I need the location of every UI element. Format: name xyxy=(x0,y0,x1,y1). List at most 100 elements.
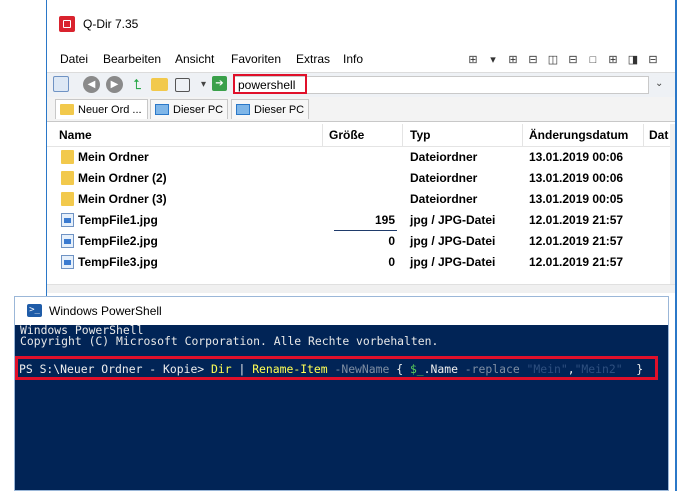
cmd-operator-replace: -replace xyxy=(457,362,520,376)
file-type: jpg / JPG-Datei xyxy=(410,213,496,227)
file-row[interactable]: Mein Ordner (3) Dateiordner 13.01.2019 0… xyxy=(47,189,676,210)
address-highlight-box xyxy=(233,74,307,94)
column-type[interactable]: Typ xyxy=(410,128,430,142)
file-type: Dateiordner xyxy=(410,192,478,206)
cmd-comma: , xyxy=(567,362,575,376)
layout-vertical-icon[interactable]: ◫ xyxy=(544,53,562,67)
menu-info[interactable]: Info xyxy=(343,52,363,66)
layout-columns-icon[interactable]: ⊟ xyxy=(644,53,662,67)
file-date: 13.01.2019 00:05 xyxy=(529,192,624,206)
image-file-icon xyxy=(61,255,74,269)
cmd-rename-item: Rename-Item xyxy=(252,362,328,376)
tab-dieser-pc-2[interactable]: Dieser PC xyxy=(231,99,309,119)
menu-bearbeiten[interactable]: Bearbeiten xyxy=(103,52,161,66)
console-prompt: PS S:\Neuer Ordner - Kopie> xyxy=(19,362,212,376)
cmd-brace-open: { xyxy=(389,362,410,376)
powershell-titlebar[interactable]: >_ Windows PowerShell xyxy=(15,297,668,325)
forward-arrow-icon[interactable]: ▶ xyxy=(106,76,123,93)
tab-label: Dieser PC xyxy=(173,104,224,116)
column-divider[interactable] xyxy=(643,124,644,146)
tab-dieser-pc-1[interactable]: Dieser PC xyxy=(150,99,228,119)
column-divider[interactable] xyxy=(402,124,403,146)
image-file-icon xyxy=(61,234,74,248)
up-arrow-icon[interactable]: ⮤ xyxy=(129,76,146,93)
address-dropdown-icon[interactable]: ⌄ xyxy=(655,78,663,89)
layout-split-icon[interactable]: ◨ xyxy=(624,53,642,67)
layout-single-icon[interactable]: □ xyxy=(584,53,602,67)
column-date-extra[interactable]: Dat xyxy=(649,128,668,142)
computer-icon xyxy=(236,104,250,115)
file-row[interactable]: Mein Ordner Dateiordner 13.01.2019 00:06 xyxy=(47,147,676,168)
file-row[interactable]: TempFile3.jpg 0 jpg / JPG-Datei 12.01.20… xyxy=(47,252,676,273)
file-name: TempFile2.jpg xyxy=(78,234,158,248)
cmd-dir: Dir xyxy=(211,362,232,376)
console-copyright-line: Copyright (C) Microsoft Corporation. All… xyxy=(20,334,439,348)
layout-horizontal-icon[interactable]: ⊟ xyxy=(564,53,582,67)
file-row[interactable]: TempFile1.jpg 195 jpg / JPG-Datei 12.01.… xyxy=(47,210,676,231)
view-dropdown-icon[interactable]: ▾ xyxy=(195,76,212,93)
tab-bar: Neuer Ord ... Dieser PC Dieser PC xyxy=(47,97,676,122)
file-name: Mein Ordner (2) xyxy=(78,171,167,185)
file-name: TempFile3.jpg xyxy=(78,255,158,269)
file-type: jpg / JPG-Datei xyxy=(410,234,496,248)
file-name: Mein Ordner (3) xyxy=(78,192,167,206)
folder-open-icon[interactable] xyxy=(151,78,168,91)
qdir-titlebar[interactable]: Q-Dir 7.35 xyxy=(47,12,676,38)
menu-bar: Datei Bearbeiten Ansicht Favoriten Extra… xyxy=(47,50,676,70)
folder-icon xyxy=(61,171,74,185)
file-date: 13.01.2019 00:06 xyxy=(529,171,624,185)
file-row[interactable]: TempFile2.jpg 0 jpg / JPG-Datei 12.01.20… xyxy=(47,231,676,252)
command-line[interactable]: PS S:\Neuer Ordner - Kopie> Dir | Rename… xyxy=(19,362,643,376)
file-date: 12.01.2019 21:57 xyxy=(529,234,624,248)
column-date[interactable]: Änderungsdatum xyxy=(529,128,628,142)
qdir-app-icon xyxy=(59,16,75,32)
view-menu-icon[interactable] xyxy=(175,78,190,92)
column-divider[interactable] xyxy=(522,124,523,146)
cmd-property: .Name xyxy=(423,362,458,376)
powershell-icon: >_ xyxy=(27,304,42,317)
layout-buttons: ⊞ ▾ ⊞ ⊟ ◫ ⊟ □ ⊞ ◨ ⊟ xyxy=(464,53,662,67)
cmd-variable: $_ xyxy=(409,362,424,376)
file-type: jpg / JPG-Datei xyxy=(410,255,496,269)
tab-neuer-ordner[interactable]: Neuer Ord ... xyxy=(55,99,148,119)
file-row[interactable]: Mein Ordner (2) Dateiordner 13.01.2019 0… xyxy=(47,168,676,189)
file-size: 195 xyxy=(374,213,395,227)
folder-icon xyxy=(61,192,74,206)
menu-datei[interactable]: Datei xyxy=(60,52,88,66)
column-size[interactable]: Größe xyxy=(329,128,364,142)
file-date: 13.01.2019 00:06 xyxy=(529,150,624,164)
menu-extras[interactable]: Extras xyxy=(296,52,330,66)
file-size: 0 xyxy=(388,234,395,248)
address-toolbar: ◀ ▶ ⮤ ▾ ➔ powershell ⌄ xyxy=(47,72,676,98)
cmd-pipe: | xyxy=(231,362,253,376)
tab-label: Dieser PC xyxy=(254,104,305,116)
view-toggle-icon[interactable] xyxy=(53,76,69,92)
horizontal-scrollbar[interactable] xyxy=(47,284,676,293)
computer-icon xyxy=(155,104,169,115)
qdir-window: Q-Dir 7.35 Datei Bearbeiten Ansicht Favo… xyxy=(46,0,677,300)
layout-dropdown-icon[interactable]: ▾ xyxy=(484,53,502,67)
layout-3-icon[interactable]: ⊟ xyxy=(524,53,542,67)
tab-label: Neuer Ord ... xyxy=(78,104,142,116)
cmd-string-1: "Mein" xyxy=(519,362,568,376)
layout-quad-icon[interactable]: ⊞ xyxy=(604,53,622,67)
column-divider[interactable] xyxy=(322,124,323,146)
cmd-brace-close: } xyxy=(622,362,644,376)
cmd-param-newname: -NewName xyxy=(327,362,390,376)
image-file-icon xyxy=(61,213,74,227)
back-arrow-icon[interactable]: ◀ xyxy=(83,76,100,93)
layout-grid-icon[interactable]: ⊞ xyxy=(464,53,482,67)
column-name[interactable]: Name xyxy=(59,128,92,142)
powershell-window: >_ Windows PowerShell Windows PowerShell… xyxy=(14,296,669,491)
file-type: Dateiordner xyxy=(410,150,478,164)
file-size: 0 xyxy=(388,255,395,269)
file-name: Mein Ordner xyxy=(78,150,149,164)
menu-favoriten[interactable]: Favoriten xyxy=(231,52,281,66)
layout-2x2-icon[interactable]: ⊞ xyxy=(504,53,522,67)
menu-ansicht[interactable]: Ansicht xyxy=(175,52,214,66)
go-arrow-icon[interactable]: ➔ xyxy=(212,76,227,91)
folder-icon xyxy=(60,104,74,115)
column-header-row: Name Größe Typ Änderungsdatum Dat xyxy=(47,124,676,147)
folder-icon xyxy=(61,150,74,164)
file-name: TempFile1.jpg xyxy=(78,213,158,227)
